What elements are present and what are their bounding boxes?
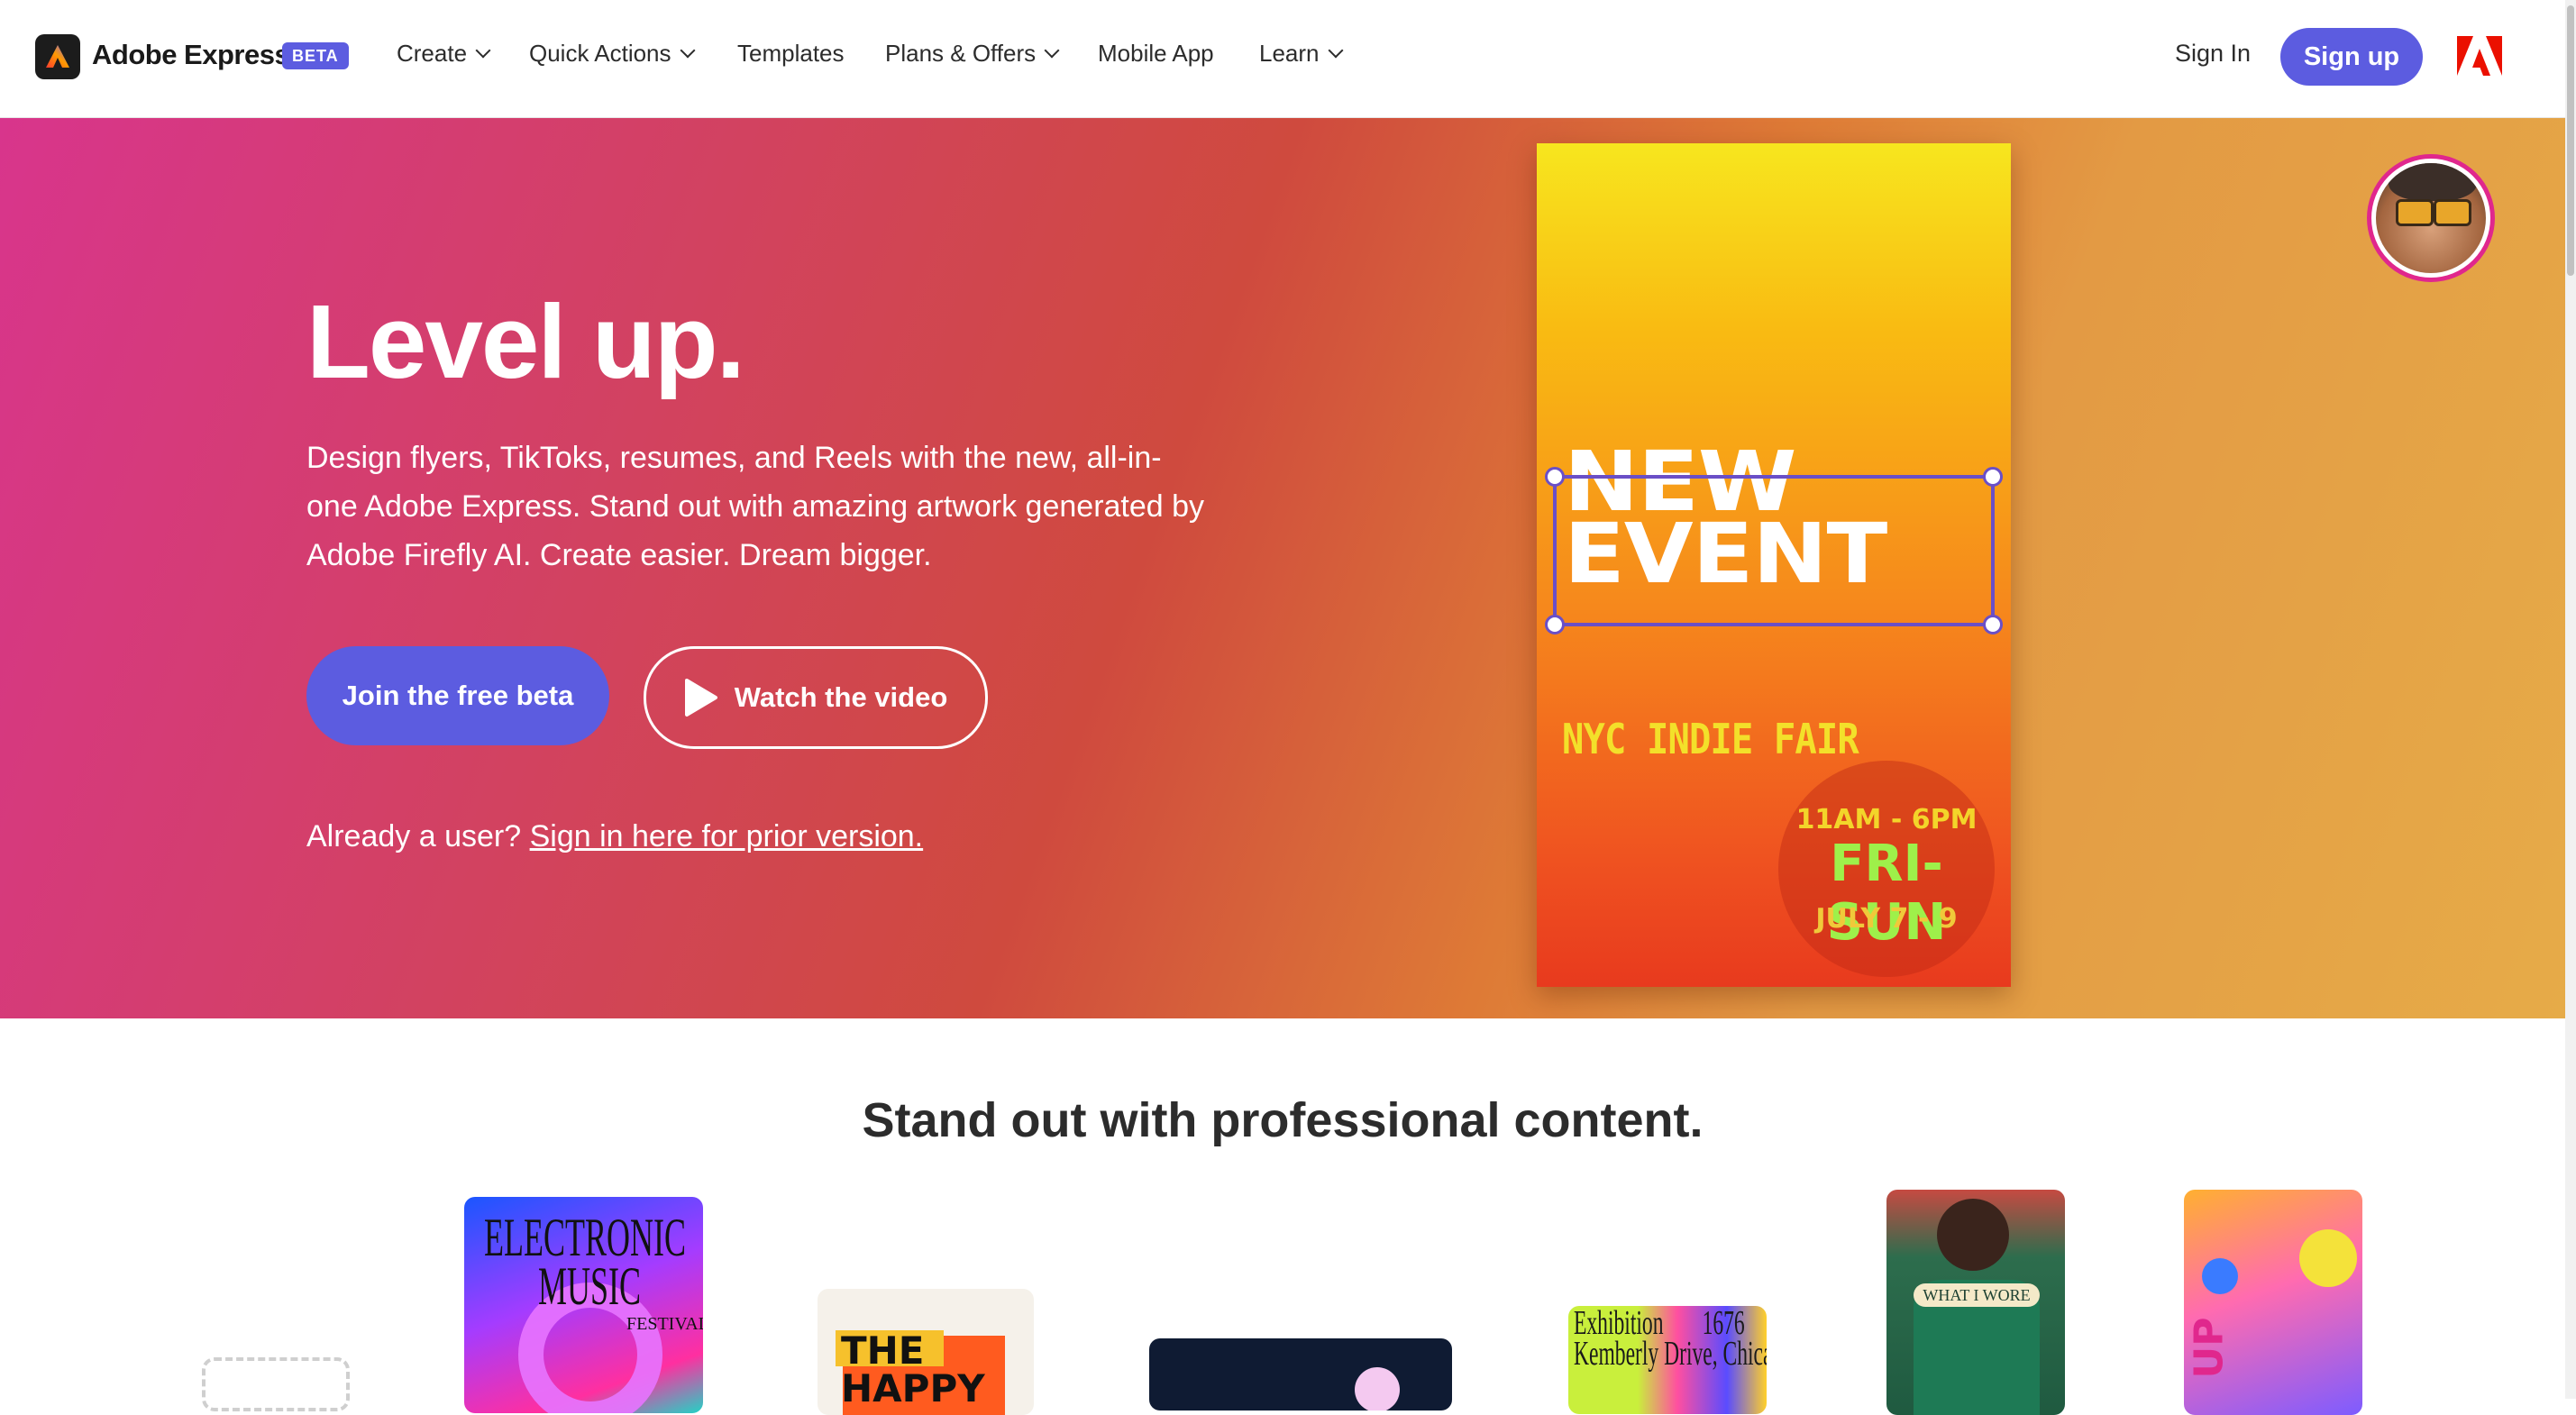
sign-in-link[interactable]: Sign In	[2175, 40, 2251, 68]
resize-handle-bottom-left[interactable]	[1545, 615, 1565, 634]
hero-section: Level up. Design flyers, TikToks, resume…	[0, 118, 2565, 1018]
adobe-express-logo-icon[interactable]	[35, 34, 80, 79]
nav-templates-label: Templates	[737, 40, 845, 67]
chevron-down-icon	[475, 42, 491, 58]
resize-handle-top-right[interactable]	[1983, 467, 2003, 487]
template-thumb-ambassador[interactable]: UP	[2184, 1190, 2362, 1415]
nav-learn[interactable]: Learn	[1259, 40, 1343, 68]
nav-create-label: Create	[397, 40, 468, 67]
hero-title: Level up.	[306, 283, 745, 400]
thumb-what-i-wore-text: WHAT I WORE	[1914, 1283, 2040, 1307]
poster-fair-name: NYC INDIE FAIR	[1562, 715, 1859, 763]
scrollbar-thumb[interactable]	[2567, 5, 2574, 276]
thumb-festival-text: FESTIVAL	[626, 1314, 703, 1334]
join-beta-button[interactable]: Join the free beta	[306, 646, 609, 745]
hero-description: Design flyers, TikToks, resumes, and Ree…	[306, 441, 1205, 572]
watch-video-button[interactable]: Watch the video	[644, 646, 988, 749]
template-thumb-exhibition[interactable]: Exhibition 1676 Kemberly Drive, Chica	[1568, 1306, 1767, 1414]
resize-handle-top-left[interactable]	[1545, 467, 1565, 487]
play-icon	[684, 679, 717, 717]
thumb-ambassador-text: UP	[2186, 1317, 2233, 1379]
nav-quick-actions-label: Quick Actions	[529, 40, 671, 67]
existing-user-line: Already a user? Sign in here for prior v…	[306, 819, 923, 854]
nav-quick-actions[interactable]: Quick Actions	[529, 40, 696, 68]
template-thumb-the-happy[interactable]: THE HAPPY	[818, 1289, 1034, 1415]
page-scrollbar[interactable]	[2565, 0, 2576, 1399]
chevron-down-icon	[680, 42, 696, 58]
nav-plans-offers[interactable]: Plans & Offers	[885, 40, 1060, 68]
prior-version-sign-in-link[interactable]: Sign in here for prior version.	[530, 819, 924, 854]
existing-user-prefix: Already a user?	[306, 819, 522, 854]
thumb-electronic-text: ELECTRONIC	[484, 1208, 686, 1267]
template-thumb-electronic-music[interactable]: ELECTRONIC MUSIC FESTIVAL	[464, 1197, 703, 1413]
template-thumb-dark[interactable]	[1149, 1338, 1452, 1410]
top-nav: Adobe Express BETA Create Quick Actions …	[0, 0, 2565, 118]
thumb-music-text: MUSIC	[538, 1256, 642, 1316]
chevron-down-icon	[1044, 42, 1060, 58]
poster-time: 11AM - 6PM	[1795, 804, 1978, 835]
event-poster-preview[interactable]: NEW EVENT NYC INDIE FAIR 11AM - 6PM FRI-…	[1537, 143, 2011, 987]
nav-mobile-app[interactable]: Mobile App	[1098, 40, 1214, 68]
poster-dates: JULY 7 - 9	[1815, 903, 1958, 935]
template-thumb-what-i-wore[interactable]: WHAT I WORE	[1886, 1190, 2065, 1415]
poster-date-circle: 11AM - 6PM FRI-SUN JULY 7 - 9	[1778, 761, 1995, 977]
watch-video-label: Watch the video	[734, 681, 948, 713]
brand-name[interactable]: Adobe Express	[92, 39, 290, 71]
nav-mobile-app-label: Mobile App	[1098, 40, 1214, 67]
thumb-the-happy-text: THE HAPPY	[841, 1328, 985, 1410]
collaborator-avatar[interactable]	[2367, 154, 2495, 282]
avatar-photo	[2376, 163, 2486, 273]
thumb-exhibition-address: Kemberly Drive, Chica	[1574, 1335, 1767, 1373]
section-title: Stand out with professional content.	[862, 1093, 1704, 1147]
sign-up-button[interactable]: Sign up	[2280, 28, 2423, 86]
nav-plans-label: Plans & Offers	[885, 40, 1037, 67]
nav-create[interactable]: Create	[397, 40, 491, 68]
chevron-down-icon	[1328, 42, 1343, 58]
nav-learn-label: Learn	[1259, 40, 1320, 67]
text-selection-box[interactable]	[1545, 467, 2003, 634]
beta-badge: BETA	[282, 42, 349, 69]
adobe-logo-icon[interactable]	[2457, 36, 2502, 80]
template-placeholder[interactable]	[202, 1357, 350, 1411]
nav-templates[interactable]: Templates	[737, 40, 845, 68]
resize-handle-bottom-right[interactable]	[1983, 615, 2003, 634]
